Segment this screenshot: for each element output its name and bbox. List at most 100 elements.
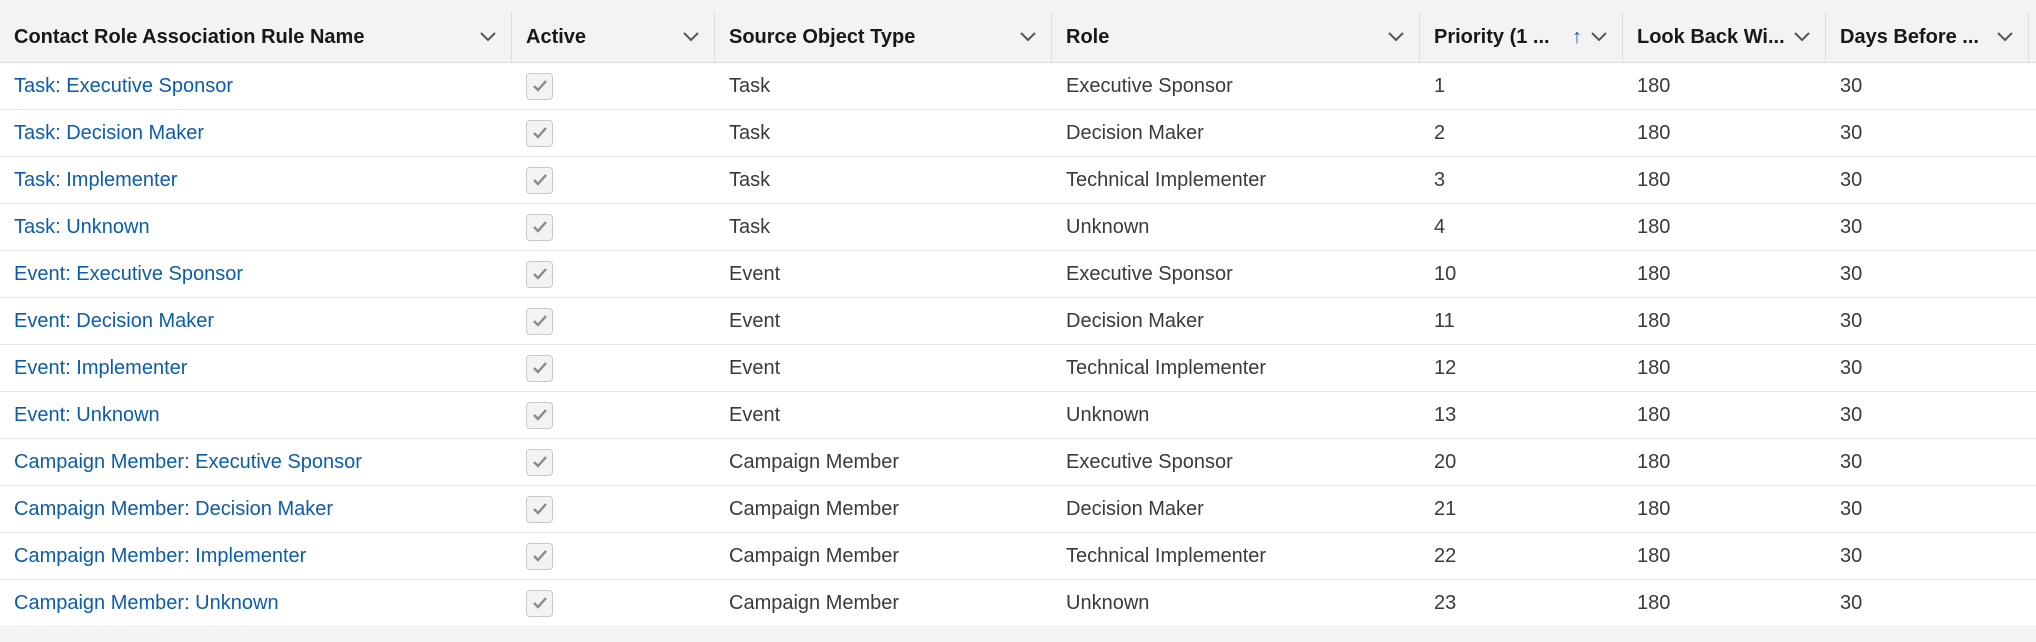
column-header[interactable]: Role bbox=[1052, 12, 1420, 63]
look-back-window-cell: 180 bbox=[1623, 109, 1826, 157]
rule-name-link[interactable]: Campaign Member: Executive Sponsor bbox=[14, 451, 362, 473]
source-object-cell: Event bbox=[715, 250, 1052, 298]
source-object-cell: Task bbox=[715, 62, 1052, 110]
column-header-cell: Priority (1 ... ↑ bbox=[1420, 12, 1623, 62]
priority-cell: 21 bbox=[1420, 485, 1623, 533]
rule-name-link[interactable]: Event: Decision Maker bbox=[14, 310, 214, 332]
look-back-window-cell: 180 bbox=[1623, 344, 1826, 392]
source-object-cell: Task bbox=[715, 109, 1052, 157]
days-before-cell: 30 bbox=[1826, 391, 2029, 439]
look-back-window-cell: 180 bbox=[1623, 62, 1826, 110]
rule-name-link[interactable]: Event: Unknown bbox=[14, 404, 160, 426]
column-header-cell: Role bbox=[1052, 12, 1420, 62]
days-before-cell: 30 bbox=[1826, 203, 2029, 251]
table-row: Task: Executive Sponsor Task Executive Spo… bbox=[0, 62, 2036, 110]
rule-name-cell: Campaign Member: Unknown bbox=[0, 579, 512, 627]
column-header-label[interactable]: Active bbox=[526, 26, 678, 49]
rule-name-link[interactable]: Campaign Member: Decision Maker bbox=[14, 498, 333, 520]
priority-cell: 23 bbox=[1420, 579, 1623, 627]
column-header-cell: Active bbox=[512, 12, 715, 62]
column-header-label[interactable]: Look Back Wi... bbox=[1637, 26, 1789, 49]
row-filler bbox=[2029, 344, 2036, 392]
chevron-down-icon[interactable] bbox=[475, 24, 501, 50]
table-row: Task: Implementer Task Technical Implement… bbox=[0, 156, 2036, 204]
column-header[interactable]: Active bbox=[512, 12, 715, 63]
column-header[interactable]: Contact Role Association Rule Name bbox=[0, 12, 512, 63]
days-before-cell: 30 bbox=[1826, 485, 2029, 533]
active-checkbox bbox=[526, 448, 553, 476]
days-before-cell: 30 bbox=[1826, 297, 2029, 345]
source-object-cell: Campaign Member bbox=[715, 485, 1052, 533]
checkmark-icon bbox=[532, 549, 548, 563]
column-header-label[interactable]: Role bbox=[1066, 26, 1383, 49]
chevron-down-icon[interactable] bbox=[1586, 24, 1612, 50]
row-filler bbox=[2029, 62, 2036, 110]
horizontal-scrollbar[interactable] bbox=[0, 628, 2036, 642]
chevron-down-icon[interactable] bbox=[1992, 24, 2018, 50]
priority-cell: 13 bbox=[1420, 391, 1623, 439]
rule-name-link[interactable]: Campaign Member: Implementer bbox=[14, 545, 306, 567]
checkmark-icon bbox=[532, 314, 548, 328]
column-header[interactable]: Priority (1 ... ↑ bbox=[1420, 12, 1623, 63]
column-header[interactable]: Look Back Wi... bbox=[1623, 12, 1826, 63]
role-cell: Unknown bbox=[1052, 203, 1420, 251]
priority-cell: 20 bbox=[1420, 438, 1623, 486]
days-before-cell: 30 bbox=[1826, 532, 2029, 580]
checkmark-icon bbox=[532, 596, 548, 610]
chevron-down-icon[interactable] bbox=[1015, 24, 1041, 50]
active-cell bbox=[512, 62, 715, 110]
row-filler bbox=[2029, 579, 2036, 627]
look-back-window-cell: 180 bbox=[1623, 532, 1826, 580]
table-row: Campaign Member: Implementer Campaign Mem… bbox=[0, 532, 2036, 580]
look-back-window-cell: 180 bbox=[1623, 156, 1826, 204]
active-cell bbox=[512, 438, 715, 486]
look-back-window-cell: 180 bbox=[1623, 438, 1826, 486]
column-header-label[interactable]: Priority (1 ... bbox=[1434, 26, 1566, 49]
row-filler bbox=[2029, 156, 2036, 204]
rule-name-link[interactable]: Task: Implementer bbox=[14, 169, 177, 191]
rule-name-link[interactable]: Campaign Member: Unknown bbox=[14, 592, 279, 614]
role-cell: Executive Sponsor bbox=[1052, 62, 1420, 110]
source-object-cell: Task bbox=[715, 203, 1052, 251]
rule-name-link[interactable]: Event: Implementer bbox=[14, 357, 187, 379]
rule-name-link[interactable]: Task: Executive Sponsor bbox=[14, 75, 233, 97]
column-header-cell: Contact Role Association Rule Name bbox=[0, 12, 512, 62]
top-strip bbox=[0, 0, 2036, 12]
role-cell: Technical Implementer bbox=[1052, 532, 1420, 580]
column-header-label[interactable]: Source Object Type bbox=[729, 26, 1015, 49]
row-filler bbox=[2029, 250, 2036, 298]
column-header-label[interactable]: Contact Role Association Rule Name bbox=[14, 26, 475, 49]
priority-cell: 1 bbox=[1420, 62, 1623, 110]
checkmark-icon bbox=[532, 361, 548, 375]
look-back-window-cell: 180 bbox=[1623, 579, 1826, 627]
chevron-down-icon[interactable] bbox=[678, 24, 704, 50]
role-cell: Decision Maker bbox=[1052, 297, 1420, 345]
column-header[interactable]: Days Before ... bbox=[1826, 12, 2029, 63]
look-back-window-cell: 180 bbox=[1623, 391, 1826, 439]
rule-name-link[interactable]: Task: Decision Maker bbox=[14, 122, 204, 144]
days-before-cell: 30 bbox=[1826, 156, 2029, 204]
column-header[interactable]: Source Object Type bbox=[715, 12, 1052, 63]
chevron-down-icon[interactable] bbox=[1383, 24, 1409, 50]
role-cell: Unknown bbox=[1052, 579, 1420, 627]
rule-name-cell: Event: Executive Sponsor bbox=[0, 250, 512, 298]
priority-cell: 2 bbox=[1420, 109, 1623, 157]
days-before-cell: 30 bbox=[1826, 438, 2029, 486]
rule-name-link[interactable]: Event: Executive Sponsor bbox=[14, 263, 243, 285]
active-cell bbox=[512, 156, 715, 204]
rule-name-cell: Campaign Member: Executive Sponsor bbox=[0, 438, 512, 486]
table-row: Task: Decision Maker Task Decision Maker 2 1… bbox=[0, 109, 2036, 157]
checkmark-icon bbox=[532, 220, 548, 234]
look-back-window-cell: 180 bbox=[1623, 485, 1826, 533]
active-cell bbox=[512, 203, 715, 251]
column-header-label[interactable]: Days Before ... bbox=[1840, 26, 1992, 49]
rule-name-link[interactable]: Task: Unknown bbox=[14, 216, 150, 238]
priority-cell: 3 bbox=[1420, 156, 1623, 204]
row-filler bbox=[2029, 438, 2036, 486]
rule-name-cell: Task: Executive Sponsor bbox=[0, 62, 512, 110]
table-row: Campaign Member: Executive Sponsor Campai… bbox=[0, 438, 2036, 486]
role-cell: Executive Sponsor bbox=[1052, 438, 1420, 486]
chevron-down-icon[interactable] bbox=[1789, 24, 1815, 50]
days-before-cell: 30 bbox=[1826, 250, 2029, 298]
sort-ascending-icon[interactable]: ↑ bbox=[1572, 26, 1582, 49]
